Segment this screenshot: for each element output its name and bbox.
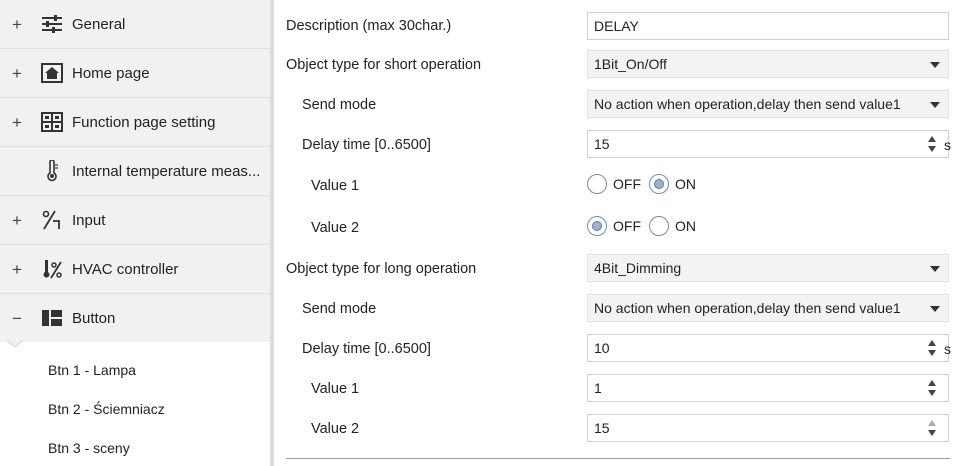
- short-delay-value: 15: [594, 136, 610, 152]
- expand-icon[interactable]: +: [10, 212, 24, 229]
- short-delay-input[interactable]: 15: [587, 130, 949, 158]
- sidebar-item-label: General: [72, 15, 126, 33]
- short-delay-label: Delay time [0..6500]: [302, 137, 431, 153]
- short-type-select[interactable]: 1Bit_On/Off: [587, 50, 949, 78]
- selection-caret: [6, 339, 24, 348]
- long-send-mode-select[interactable]: No action when operation,delay then send…: [587, 294, 949, 322]
- sidebar-subitem-btn-1[interactable]: Btn 1 - Lampa: [48, 362, 136, 378]
- spinner-icon[interactable]: [928, 135, 938, 153]
- section-divider: [286, 458, 950, 459]
- short-value2-off-radio[interactable]: OFF: [587, 216, 641, 236]
- short-value1-off-radio[interactable]: OFF: [587, 174, 641, 194]
- sidebar-item-function-page-setting[interactable]: + Function page setting: [0, 98, 270, 147]
- expand-icon[interactable]: +: [10, 114, 24, 131]
- button-sub-list: Btn 1 - Lampa Btn 2 - Ściemniacz Btn 3 -…: [0, 342, 270, 466]
- short-send-mode-value: No action when operation,delay then send…: [594, 96, 901, 112]
- sidebar-subitem-btn-3[interactable]: Btn 3 - sceny: [48, 440, 130, 456]
- home-icon: [40, 61, 64, 85]
- hvac-icon: [40, 257, 64, 281]
- sidebar-item-internal-temperature[interactable]: Internal temperature meas...: [0, 147, 270, 196]
- sidebar: + General + Home page + Function page se…: [0, 0, 270, 466]
- sidebar-item-button[interactable]: − Button: [0, 294, 270, 343]
- long-type-select[interactable]: 4Bit_Dimming: [587, 254, 949, 282]
- button-icon: [40, 306, 64, 330]
- chevron-down-icon: [930, 266, 940, 272]
- radio-label: OFF: [613, 176, 641, 192]
- thermometer-icon: [40, 159, 64, 183]
- short-value2-radio-group: OFF ON: [587, 214, 704, 238]
- sidebar-item-label: Button: [72, 309, 116, 327]
- spinner-icon[interactable]: [928, 339, 938, 357]
- expand-icon[interactable]: +: [10, 261, 24, 278]
- chevron-down-icon: [930, 306, 940, 312]
- radio-label: ON: [675, 176, 696, 192]
- long-value1-value: 1: [594, 380, 602, 396]
- chevron-down-icon: [930, 102, 940, 108]
- long-value2-label: Value 2: [311, 421, 360, 437]
- short-delay-unit: s: [944, 137, 951, 153]
- long-value1-label: Value 1: [311, 381, 360, 397]
- short-value1-radio-group: OFF ON: [587, 172, 704, 196]
- long-delay-input[interactable]: 10: [587, 334, 949, 362]
- chevron-down-icon: [930, 62, 940, 68]
- sidebar-item-label: Input: [72, 211, 106, 229]
- description-label: Description (max 30char.): [286, 18, 452, 34]
- long-delay-value: 10: [594, 340, 610, 356]
- long-send-mode-label: Send mode: [302, 301, 377, 317]
- short-value2-label: Value 2: [311, 220, 360, 236]
- sidebar-subitem-btn-2[interactable]: Btn 2 - Ściemniacz: [48, 401, 165, 417]
- expand-icon[interactable]: +: [10, 65, 24, 82]
- long-delay-unit: s: [944, 341, 951, 357]
- radio-label: ON: [675, 218, 696, 234]
- long-type-value: 4Bit_Dimming: [594, 260, 682, 276]
- short-type-value: 1Bit_On/Off: [594, 56, 667, 72]
- description-value: DELAY: [594, 18, 639, 34]
- splitter[interactable]: [270, 0, 274, 466]
- short-send-mode-select[interactable]: No action when operation,delay then send…: [587, 90, 949, 118]
- spinner-icon[interactable]: [928, 379, 938, 397]
- sliders-icon: [40, 12, 64, 36]
- radio-off-icon: [587, 174, 607, 194]
- input-icon: [40, 208, 64, 232]
- short-value2-on-radio[interactable]: ON: [649, 216, 696, 236]
- sidebar-item-label: Internal temperature meas...: [72, 162, 261, 180]
- radio-on-icon: [587, 216, 607, 236]
- sidebar-item-home-page[interactable]: + Home page: [0, 49, 270, 98]
- sidebar-item-general[interactable]: + General: [0, 0, 270, 49]
- long-send-mode-value: No action when operation,delay then send…: [594, 300, 901, 316]
- collapse-icon[interactable]: −: [10, 310, 24, 327]
- radio-off-icon: [649, 216, 669, 236]
- grid-icon: [40, 110, 64, 134]
- short-type-label: Object type for short operation: [286, 57, 482, 73]
- sidebar-item-hvac-controller[interactable]: + HVAC controller: [0, 245, 270, 294]
- description-input[interactable]: DELAY: [587, 12, 949, 40]
- spinner-icon[interactable]: [928, 419, 938, 437]
- long-delay-label: Delay time [0..6500]: [302, 341, 431, 357]
- radio-label: OFF: [613, 218, 641, 234]
- sidebar-item-input[interactable]: + Input: [0, 196, 270, 245]
- short-send-mode-label: Send mode: [302, 97, 377, 113]
- radio-on-icon: [649, 174, 669, 194]
- long-type-label: Object type for long operation: [286, 261, 477, 277]
- expand-icon[interactable]: +: [10, 16, 24, 33]
- sidebar-item-label: Function page setting: [72, 113, 216, 131]
- sidebar-item-label: Home page: [72, 64, 150, 82]
- short-value1-label: Value 1: [311, 178, 360, 194]
- short-value1-on-radio[interactable]: ON: [649, 174, 696, 194]
- long-value2-value: 15: [594, 420, 610, 436]
- long-value1-input[interactable]: 1: [587, 374, 949, 402]
- sidebar-item-label: HVAC controller: [72, 260, 179, 278]
- long-value2-input[interactable]: 15: [587, 414, 949, 442]
